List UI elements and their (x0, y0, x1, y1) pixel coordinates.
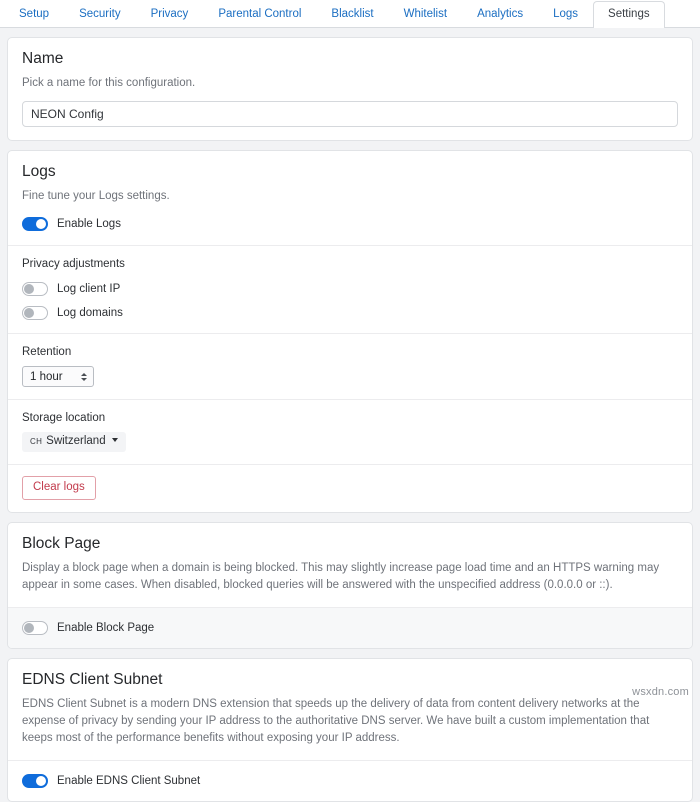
name-card-body: Name Pick a name for this configuration. (8, 38, 692, 140)
configuration-name-input[interactable] (22, 101, 678, 127)
edns-card-body: EDNS Client Subnet EDNS Client Subnet is… (8, 659, 692, 760)
name-section-description: Pick a name for this configuration. (22, 75, 678, 92)
toggle-knob-icon (24, 284, 34, 294)
enable-block-page-label: Enable Block Page (57, 621, 154, 635)
enable-edns-toggle-row: Enable EDNS Client Subnet (22, 772, 678, 789)
caret-down-icon (112, 438, 118, 442)
storage-location-dropdown[interactable]: CH Switzerland (22, 432, 126, 452)
clear-logs-button[interactable]: Clear logs (22, 476, 96, 500)
logs-card: Logs Fine tune your Logs settings. Enabl… (7, 150, 693, 513)
tab-settings[interactable]: Settings (593, 1, 665, 28)
enable-block-page-toggle-row: Enable Block Page (22, 619, 678, 636)
enable-edns-label: Enable EDNS Client Subnet (57, 774, 200, 788)
block-page-section-description: Display a block page when a domain is be… (22, 560, 678, 594)
enable-logs-label: Enable Logs (57, 217, 121, 231)
log-client-ip-row: Log client IP (22, 280, 678, 297)
block-page-card: Block Page Display a block page when a d… (7, 522, 693, 649)
country-code-label: CH (30, 435, 42, 448)
privacy-adjustments-label: Privacy adjustments (22, 257, 678, 272)
edns-client-subnet-card: EDNS Client Subnet EDNS Client Subnet is… (7, 658, 693, 802)
privacy-adjustments-row: Privacy adjustments Log client IP Log do… (8, 245, 692, 333)
tab-blacklist[interactable]: Blacklist (316, 1, 388, 27)
retention-row: Retention 1 hour (8, 333, 692, 399)
enable-logs-row: Enable Logs (22, 215, 678, 232)
tab-analytics[interactable]: Analytics (462, 1, 538, 27)
block-page-section-title: Block Page (22, 535, 678, 553)
site-watermark: wsxdn.com (632, 686, 689, 698)
logs-section-description: Fine tune your Logs settings. (22, 188, 678, 205)
tab-privacy[interactable]: Privacy (136, 1, 204, 27)
enable-block-page-toggle[interactable] (22, 621, 48, 635)
tab-setup[interactable]: Setup (4, 1, 64, 27)
enable-edns-toggle[interactable] (22, 774, 48, 788)
retention-select-wrapper: 1 hour (22, 366, 94, 387)
enable-logs-toggle[interactable] (22, 217, 48, 231)
storage-location-label: Storage location (22, 411, 678, 426)
retention-select[interactable]: 1 hour (22, 366, 94, 387)
enable-block-page-row: Enable Block Page (8, 607, 692, 648)
storage-location-row: Storage location CH Switzerland (8, 399, 692, 464)
log-client-ip-label: Log client IP (57, 282, 120, 296)
name-card: Name Pick a name for this configuration. (7, 37, 693, 141)
toggle-knob-icon (36, 776, 46, 786)
retention-label: Retention (22, 345, 678, 360)
tab-logs[interactable]: Logs (538, 1, 593, 27)
toggle-knob-icon (36, 219, 46, 229)
log-domains-row: Log domains (22, 304, 678, 321)
logs-card-header: Logs Fine tune your Logs settings. Enabl… (8, 151, 692, 245)
tab-parental-control[interactable]: Parental Control (203, 1, 316, 27)
toggle-knob-icon (24, 308, 34, 318)
logs-section-title: Logs (22, 163, 678, 181)
name-input-wrapper (22, 101, 678, 127)
log-domains-toggle[interactable] (22, 306, 48, 320)
log-client-ip-toggle[interactable] (22, 282, 48, 296)
main-tab-bar: Setup Security Privacy Parental Control … (0, 0, 700, 28)
edns-section-title: EDNS Client Subnet (22, 671, 678, 689)
edns-section-description: EDNS Client Subnet is a modern DNS exten… (22, 696, 678, 747)
tab-security[interactable]: Security (64, 1, 136, 27)
log-domains-label: Log domains (57, 306, 123, 320)
clear-logs-row: Clear logs (8, 464, 692, 512)
settings-page: Name Pick a name for this configuration.… (0, 28, 700, 802)
country-name-label: Switzerland (46, 435, 105, 448)
name-section-title: Name (22, 50, 678, 68)
block-page-card-body: Block Page Display a block page when a d… (8, 523, 692, 607)
toggle-knob-icon (24, 623, 34, 633)
tab-whitelist[interactable]: Whitelist (389, 1, 462, 27)
enable-edns-row: Enable EDNS Client Subnet (8, 760, 692, 801)
